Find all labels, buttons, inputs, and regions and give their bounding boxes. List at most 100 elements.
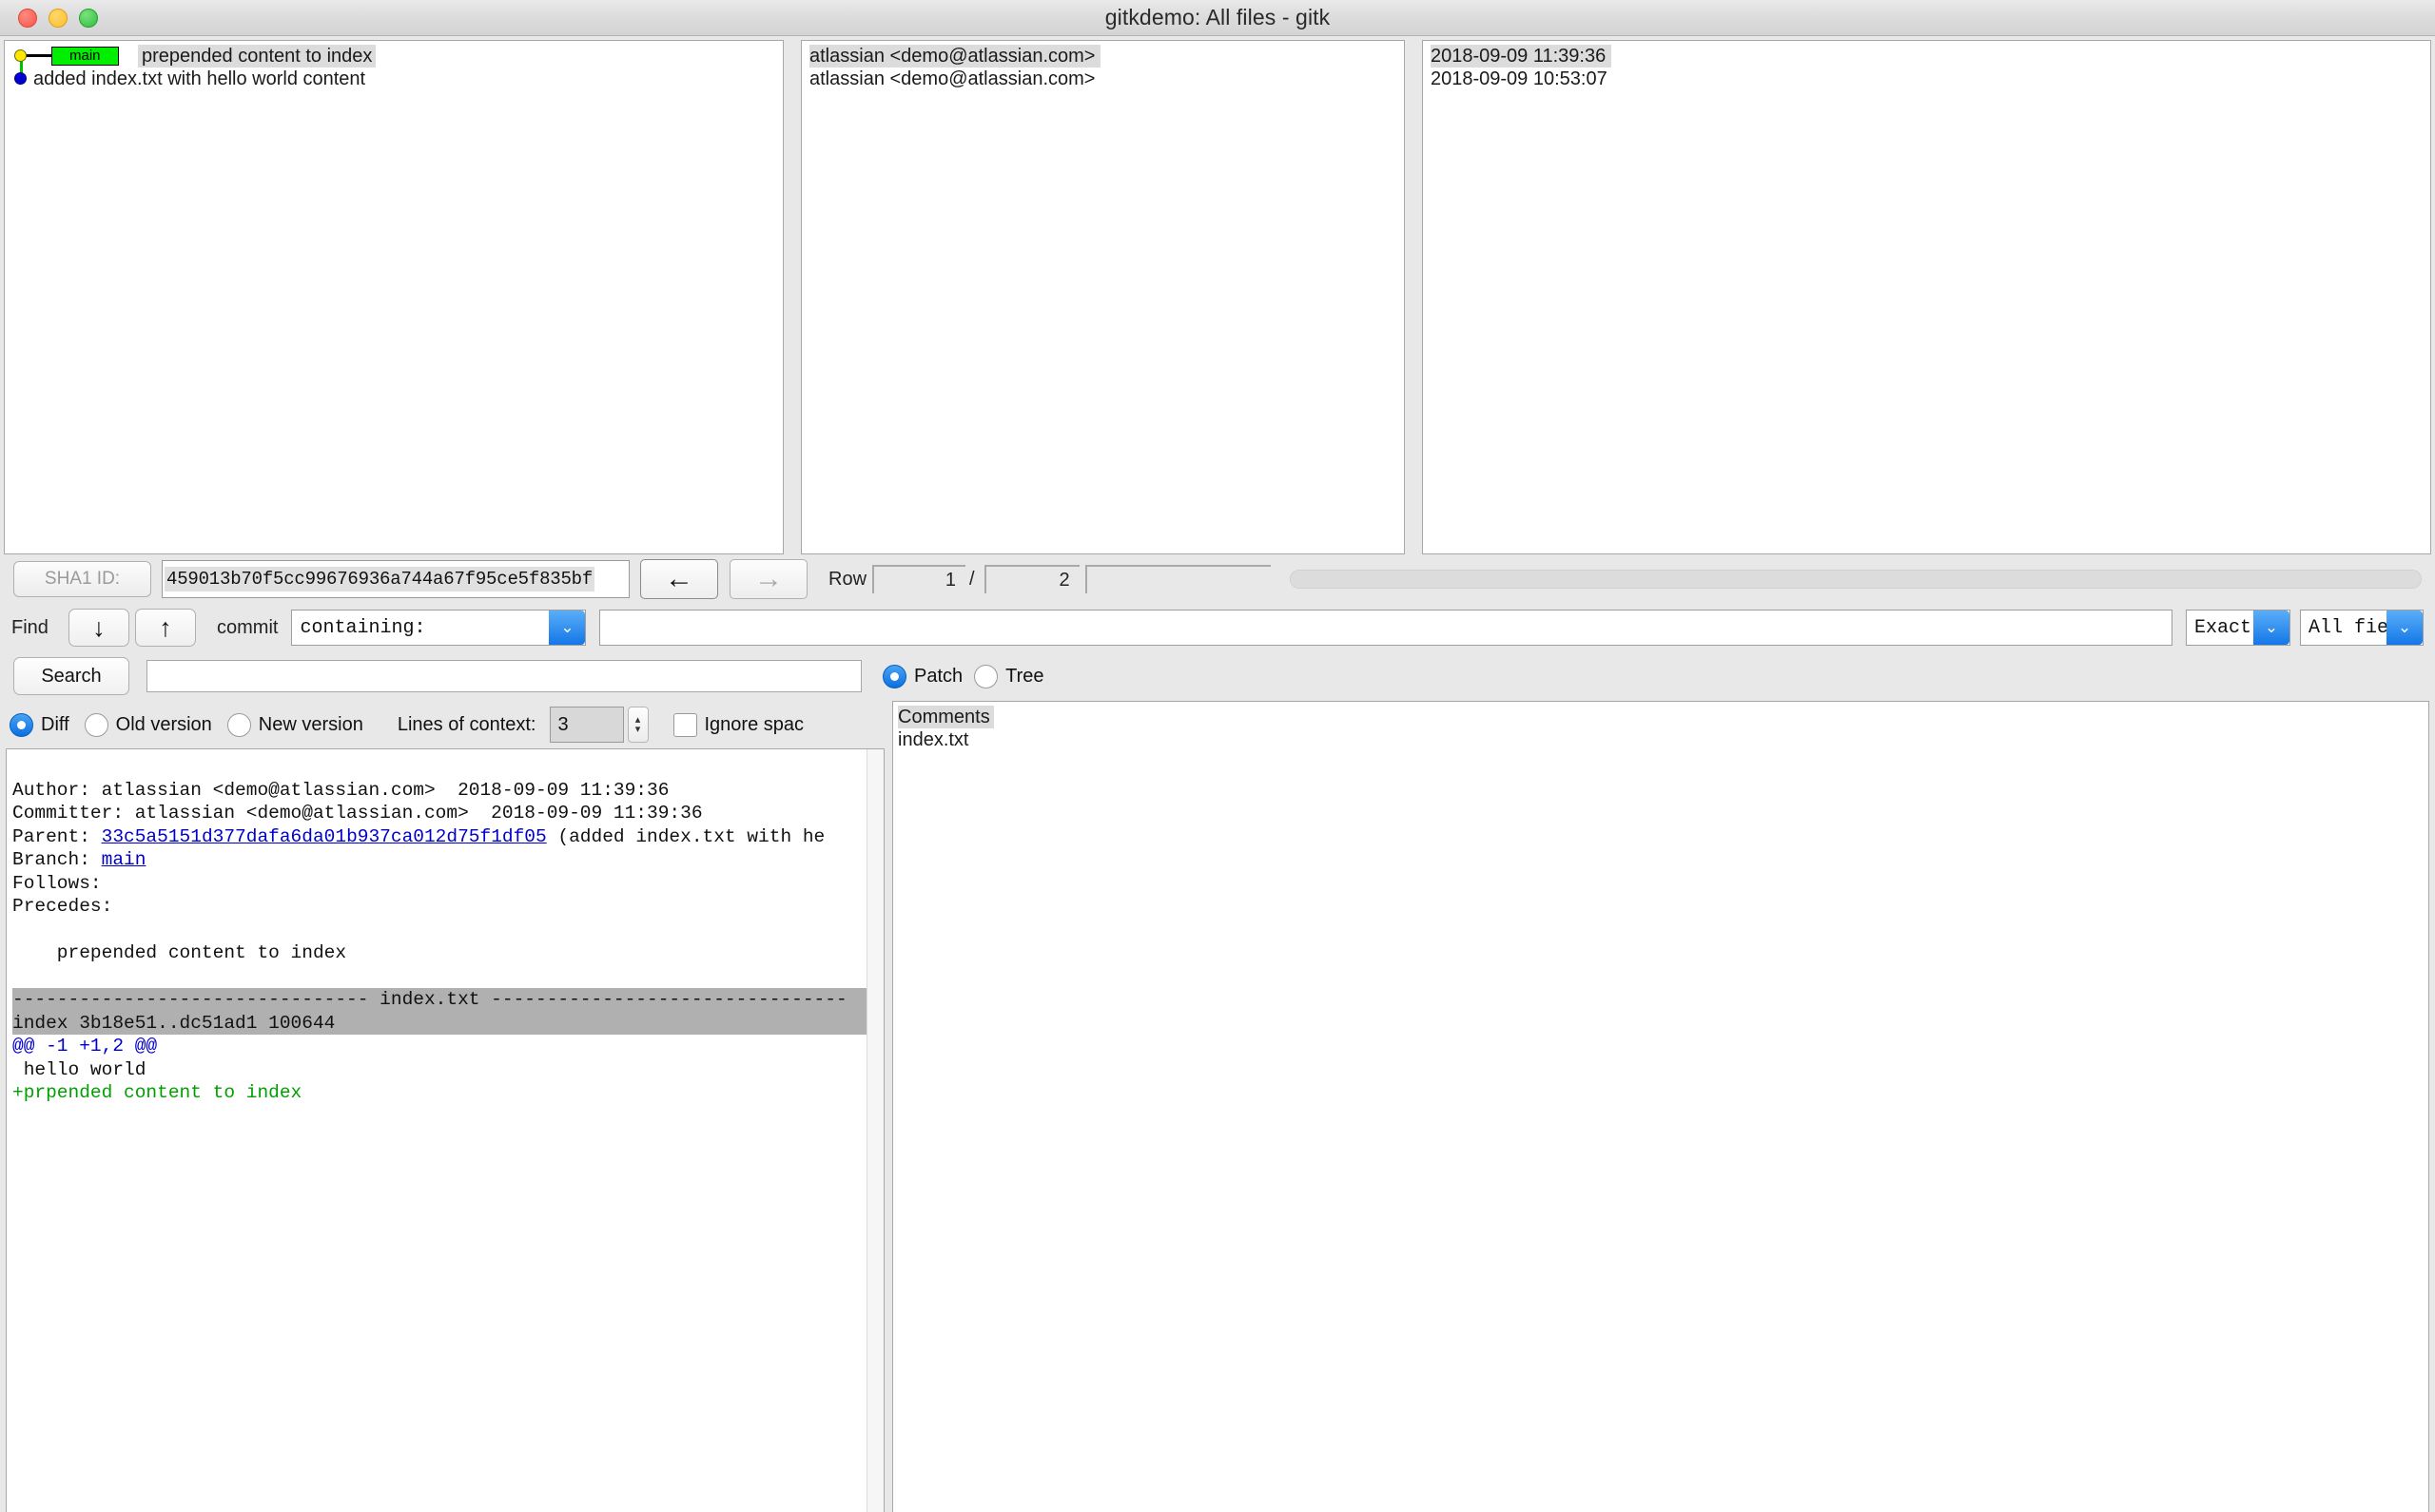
radio-diff-icon[interactable] [10, 713, 33, 737]
diff-section: Diff Old version New version Lines of co… [0, 701, 885, 1512]
find-mode-dropdown[interactable]: containing: ⌄ [291, 610, 586, 646]
diff-line: Parent: 33c5a5151d377dafa6da01b937ca012d… [12, 826, 825, 847]
commit-list-area: main prepended content to index added in… [0, 36, 2435, 554]
date-value: 2018-09-09 11:39:36 [1431, 45, 1611, 68]
commit-graph-pane[interactable]: main prepended content to index added in… [4, 40, 784, 554]
date-row[interactable]: 2018-09-09 11:39:36 [1423, 45, 2430, 68]
commit-node-icon[interactable] [14, 49, 27, 62]
commit-message[interactable]: prepended content to index [138, 45, 376, 68]
diff-line: Branch: main [12, 849, 146, 870]
pane-divider[interactable] [1405, 40, 1422, 554]
list-item[interactable]: Comments [893, 706, 2428, 728]
lower-pane-divider[interactable] [885, 701, 892, 1512]
commit-row[interactable]: added index.txt with hello world content [5, 68, 783, 90]
commit-author-pane[interactable]: atlassian <demo@atlassian.com> atlassian… [801, 40, 1405, 554]
author-value: atlassian <demo@atlassian.com> [809, 68, 1095, 89]
files-list: Comments index.txt [893, 702, 2428, 751]
date-value: 2018-09-09 10:53:07 [1431, 68, 1607, 89]
radio-old-version-icon[interactable] [85, 713, 108, 737]
file-item-label: Comments [898, 706, 994, 728]
files-list-pane[interactable]: Comments index.txt [892, 701, 2429, 1512]
stepper-down-icon: ▾ [635, 725, 641, 734]
lines-of-context-stepper[interactable]: 3 ▴▾ [550, 707, 649, 743]
find-previous-button[interactable]: ↑ [135, 609, 196, 647]
diff-line: Committer: atlassian <demo@atlassian.com… [12, 803, 703, 824]
find-toolbar: Find ↓ ↑ commit containing: ⌄ Exact ⌄ Al… [0, 604, 2435, 651]
diff-line-context: hello world [12, 1059, 146, 1080]
parent-commit-link[interactable]: 33c5a5151d377dafa6da01b937ca012d75f1df05 [102, 826, 547, 847]
arrow-left-icon: ← [665, 563, 693, 595]
commit-row[interactable]: main prepended content to index [5, 45, 783, 68]
window-title: gitkdemo: All files - gitk [0, 5, 2435, 30]
radio-patch-label: Patch [914, 666, 963, 688]
search-button[interactable]: Search [13, 657, 129, 695]
navigate-back-button[interactable]: ← [640, 559, 718, 599]
graph-edge-horizontal [26, 54, 51, 57]
author-row[interactable]: atlassian <demo@atlassian.com> [802, 68, 1404, 90]
branch-label-main[interactable]: main [51, 47, 119, 66]
arrow-right-icon: → [754, 563, 783, 595]
diff-mode-new-version[interactable]: New version [227, 713, 363, 737]
diff-index-header: index 3b18e51..dc51ad1 100644 [12, 1012, 884, 1036]
ignore-space-checkbox[interactable] [673, 713, 697, 737]
radio-new-version-icon[interactable] [227, 713, 251, 737]
commit-node-icon[interactable] [14, 72, 27, 85]
file-item-label: index.txt [898, 729, 968, 750]
diff-mode-diff[interactable]: Diff [10, 713, 69, 737]
radio-diff-label: Diff [41, 714, 69, 736]
diff-line: Author: atlassian <demo@atlassian.com> 2… [12, 780, 669, 801]
navigate-forward-button[interactable]: → [730, 559, 808, 599]
diff-vertical-scrollbar[interactable] [867, 749, 884, 1512]
radio-old-version-label: Old version [116, 714, 212, 736]
stepper-arrows-icon[interactable]: ▴▾ [628, 707, 649, 743]
find-mode-value: containing: [292, 617, 425, 639]
commit-message[interactable]: added index.txt with hello world content [33, 68, 365, 90]
sha1-id-input[interactable]: 459013b70f5cc99676936a744a67f95ce5f835bf [163, 561, 629, 597]
find-next-button[interactable]: ↓ [68, 609, 129, 647]
commit-scope-label: commit [217, 617, 278, 639]
field-scope-dropdown[interactable]: All fields ⌄ [2300, 610, 2424, 646]
list-item[interactable]: index.txt [893, 728, 2428, 751]
chevron-down-icon[interactable]: ⌄ [549, 611, 585, 645]
sha1-id-label: SHA1 ID: [13, 561, 151, 597]
diff-line: Precedes: [12, 896, 112, 917]
diff-line: Follows: [12, 873, 102, 894]
diff-file-header: -------------------------------- index.t… [12, 988, 884, 1012]
find-query-input[interactable] [599, 610, 2172, 646]
author-column: atlassian <demo@atlassian.com> atlassian… [802, 41, 1404, 90]
branch-link[interactable]: main [102, 849, 146, 870]
commit-date-pane[interactable]: 2018-09-09 11:39:36 2018-09-09 10:53:07 [1422, 40, 2431, 554]
sha1-id-value: 459013b70f5cc99676936a744a67f95ce5f835bf [165, 567, 594, 591]
diff-line-blank [12, 920, 24, 940]
row-label: Row [828, 569, 867, 591]
row-extra-field[interactable] [1085, 565, 1271, 593]
author-row[interactable]: atlassian <demo@atlassian.com> [802, 45, 1404, 68]
diff-mode-old-version[interactable]: Old version [85, 713, 212, 737]
radio-tree-icon[interactable] [974, 665, 998, 688]
row-total-field[interactable]: 2 [984, 565, 1080, 593]
lines-of-context-value[interactable]: 3 [550, 707, 624, 743]
sha-toolbar: SHA1 ID: 459013b70f5cc99676936a744a67f95… [0, 554, 2435, 604]
view-mode-patch[interactable]: Patch [883, 665, 963, 688]
scrollbar-thumb[interactable] [1291, 571, 2421, 588]
pane-divider[interactable] [784, 40, 801, 554]
radio-new-version-label: New version [259, 714, 363, 736]
commit-graph-rows: main prepended content to index added in… [5, 41, 783, 90]
diff-line-commit-message: prepended content to index [12, 942, 346, 963]
arrow-down-icon: ↓ [92, 613, 106, 643]
chevron-down-icon[interactable]: ⌄ [2386, 611, 2423, 645]
radio-patch-icon[interactable] [883, 665, 906, 688]
diff-text-pane[interactable]: Author: atlassian <demo@atlassian.com> 2… [6, 748, 885, 1512]
date-row[interactable]: 2018-09-09 10:53:07 [1423, 68, 2430, 90]
diff-hunk-header: @@ -1 +1,2 @@ [12, 1036, 157, 1056]
chevron-down-icon[interactable]: ⌄ [2253, 611, 2289, 645]
row-current-field[interactable]: 1 [872, 565, 965, 593]
match-type-dropdown[interactable]: Exact ⌄ [2186, 610, 2290, 646]
ignore-space-label: Ignore spac [705, 714, 805, 736]
search-input[interactable] [146, 660, 862, 692]
view-mode-tree[interactable]: Tree [974, 665, 1043, 688]
row-separator: / [969, 569, 975, 591]
date-column: 2018-09-09 11:39:36 2018-09-09 10:53:07 [1423, 41, 2430, 90]
diff-line-added: +prpended content to index [12, 1082, 302, 1103]
commit-list-horizontal-scrollbar[interactable] [1290, 570, 2422, 589]
